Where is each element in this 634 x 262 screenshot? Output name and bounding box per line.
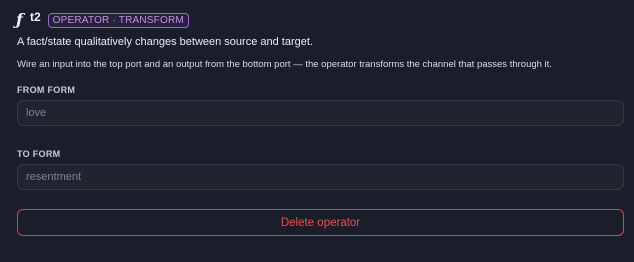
operator-description: A fact/state qualitatively changes betwe…: [17, 36, 313, 48]
to-form-input[interactable]: [17, 164, 624, 190]
operator-hint: Wire an input into the top port and an o…: [17, 59, 552, 70]
function-icon: ƒ: [16, 10, 23, 29]
operator-type-badge: OPERATOR · TRANSFORM: [47, 12, 189, 28]
from-form-label: FROM FORM: [17, 85, 76, 95]
operator-header: ƒ t2 OPERATOR · TRANSFORM: [16, 11, 189, 29]
operator-id: t2: [30, 10, 41, 24]
scrollbar[interactable]: [630, 0, 634, 262]
operator-inspector-panel: ƒ t2 OPERATOR · TRANSFORM A fact/state q…: [0, 0, 634, 262]
delete-operator-button[interactable]: Delete operator: [17, 209, 624, 236]
to-form-label: TO FORM: [17, 149, 61, 159]
from-form-input[interactable]: [17, 100, 624, 126]
